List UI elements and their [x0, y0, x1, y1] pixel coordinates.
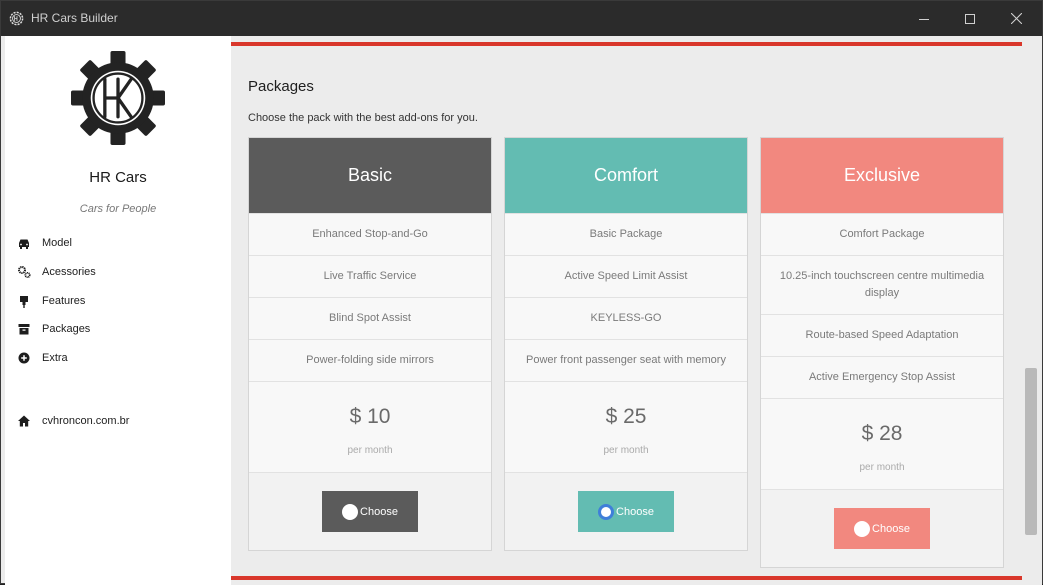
plug-icon — [20, 296, 28, 308]
maximize-button[interactable] — [947, 1, 993, 36]
price-box: $ 28 per month — [761, 398, 1003, 489]
package-feature: Power-folding side mirrors — [249, 339, 491, 381]
minimize-button[interactable] — [901, 1, 947, 36]
package-feature: 10.25-inch touchscreen centre multimedia… — [761, 255, 1003, 314]
package-feature: Active Speed Limit Assist — [505, 255, 747, 297]
package-card-comfort: Comfort Basic Package Active Speed Limit… — [504, 137, 748, 551]
package-feature: KEYLESS-GO — [505, 297, 747, 339]
brand-logo — [71, 51, 165, 145]
package-name: Comfort — [505, 138, 747, 213]
minimize-icon — [919, 18, 929, 20]
window-title: HR Cars Builder — [31, 11, 118, 25]
package-feature: Comfort Package — [761, 213, 1003, 255]
nav-item-acessories[interactable]: Acessories — [17, 262, 96, 282]
package-feature: Basic Package — [505, 213, 747, 255]
nav-item-label: Features — [42, 295, 86, 307]
package-feature: Power front passenger seat with memory — [505, 339, 747, 381]
choose-label: Choose — [872, 522, 910, 535]
choose-area: Choose — [505, 472, 747, 550]
package-name: Exclusive — [761, 138, 1003, 213]
price-period: per month — [347, 445, 393, 456]
choose-button-basic[interactable]: Choose — [322, 491, 418, 532]
choose-label: Choose — [360, 505, 398, 518]
bottom-divider — [231, 576, 1022, 580]
package-card-basic: Basic Enhanced Stop-and-Go Live Traffic … — [248, 137, 492, 551]
site-link-label: cvhroncon.com.br — [42, 415, 130, 427]
package-feature: Blind Spot Assist — [249, 297, 491, 339]
main-content: Packages Choose the pack with the best a… — [231, 36, 1022, 585]
app-logo-icon — [9, 11, 24, 26]
page-subtitle: Choose the pack with the best add-ons fo… — [248, 112, 478, 124]
choose-radio[interactable] — [854, 521, 871, 537]
nav-item-packages[interactable]: Packages — [17, 319, 90, 339]
price-box: $ 25 per month — [505, 381, 747, 472]
nav-item-model[interactable]: Model — [17, 233, 72, 253]
price-period: per month — [603, 445, 649, 456]
brand-name: HR Cars — [89, 169, 147, 186]
package-feature: Active Emergency Stop Assist — [761, 356, 1003, 398]
package-name: Basic — [249, 138, 491, 213]
package-feature: Enhanced Stop-and-Go — [249, 213, 491, 255]
nav-item-label: Extra — [42, 352, 68, 364]
choose-area: Choose — [249, 472, 491, 550]
nav-item-label: Acessories — [42, 266, 96, 278]
choose-button-exclusive[interactable]: Choose — [834, 508, 930, 549]
nav-item-label: Packages — [42, 323, 91, 335]
site-link[interactable]: cvhroncon.com.br — [17, 411, 129, 431]
choose-area: Choose — [761, 489, 1003, 567]
choose-radio-selected[interactable] — [598, 504, 615, 520]
brand-tagline: Cars for People — [79, 203, 157, 215]
maximize-icon — [965, 13, 975, 24]
package-price: $ 25 — [605, 405, 647, 428]
package-feature: Route-based Speed Adaptation — [761, 314, 1003, 356]
choose-label: Choose — [616, 505, 654, 518]
nav-item-label: Model — [42, 237, 72, 249]
price-period: per month — [859, 462, 905, 473]
page-title: Packages — [248, 78, 314, 95]
package-price: $ 10 — [349, 405, 391, 428]
app-window: HR Cars Builder HR Cars Cars for People … — [0, 0, 1043, 585]
package-card-exclusive: Exclusive Comfort Package 10.25-inch tou… — [760, 137, 1004, 568]
home-icon — [18, 415, 30, 427]
sidebar: HR Cars Cars for People Model Acessories… — [5, 36, 231, 585]
gears-icon — [18, 266, 31, 279]
nav-item-features[interactable]: Features — [17, 291, 85, 311]
top-divider — [231, 42, 1022, 46]
close-button[interactable] — [993, 1, 1039, 36]
title-bar[interactable]: HR Cars Builder — [1, 1, 1042, 36]
close-icon — [1010, 13, 1022, 24]
package-price: $ 28 — [861, 422, 903, 445]
package-feature: Live Traffic Service — [249, 255, 491, 297]
choose-radio[interactable] — [342, 504, 359, 520]
nav-item-extra[interactable]: Extra — [17, 348, 68, 368]
price-box: $ 10 per month — [249, 381, 491, 472]
car-icon — [19, 239, 29, 249]
choose-button-comfort[interactable]: Choose — [578, 491, 674, 532]
plus-circle-icon — [18, 352, 30, 364]
scrollbar-thumb[interactable] — [1025, 368, 1037, 535]
archive-icon — [18, 324, 30, 335]
